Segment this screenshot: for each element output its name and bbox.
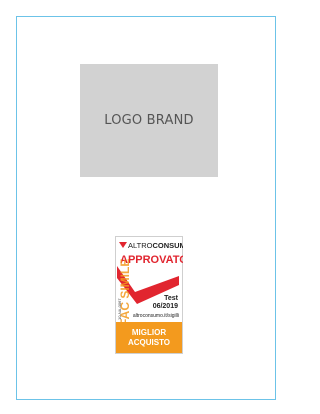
altroconsumo-seal: ALTROCONSUMO APPROVATO FAC SIMILE 10-NA-… <box>115 236 183 354</box>
seal-test-label: Test <box>164 295 179 302</box>
seal-brand-prefix: ALTRO <box>128 241 153 250</box>
content-card: LOGO BRAND ALTROCONSUMO APPROVATO FAC SI… <box>16 16 276 400</box>
seal-site: altroconsumo.it/sigilli <box>133 313 179 319</box>
seal-code: 10-NA-0067 <box>117 298 122 320</box>
seal-graphic: ALTROCONSUMO APPROVATO FAC SIMILE 10-NA-… <box>115 236 183 354</box>
seal-brand: ALTROCONSUMO <box>128 241 183 250</box>
seal-award-line1: MIGLIOR <box>132 328 166 337</box>
seal-award-line2: ACQUISTO <box>128 338 170 347</box>
brand-logo-text: LOGO BRAND <box>104 113 194 128</box>
brand-logo-placeholder: LOGO BRAND <box>80 64 218 177</box>
seal-test-date: 06/2019 <box>153 303 178 310</box>
seal-brand-suffix: CONSUMO <box>152 241 183 250</box>
